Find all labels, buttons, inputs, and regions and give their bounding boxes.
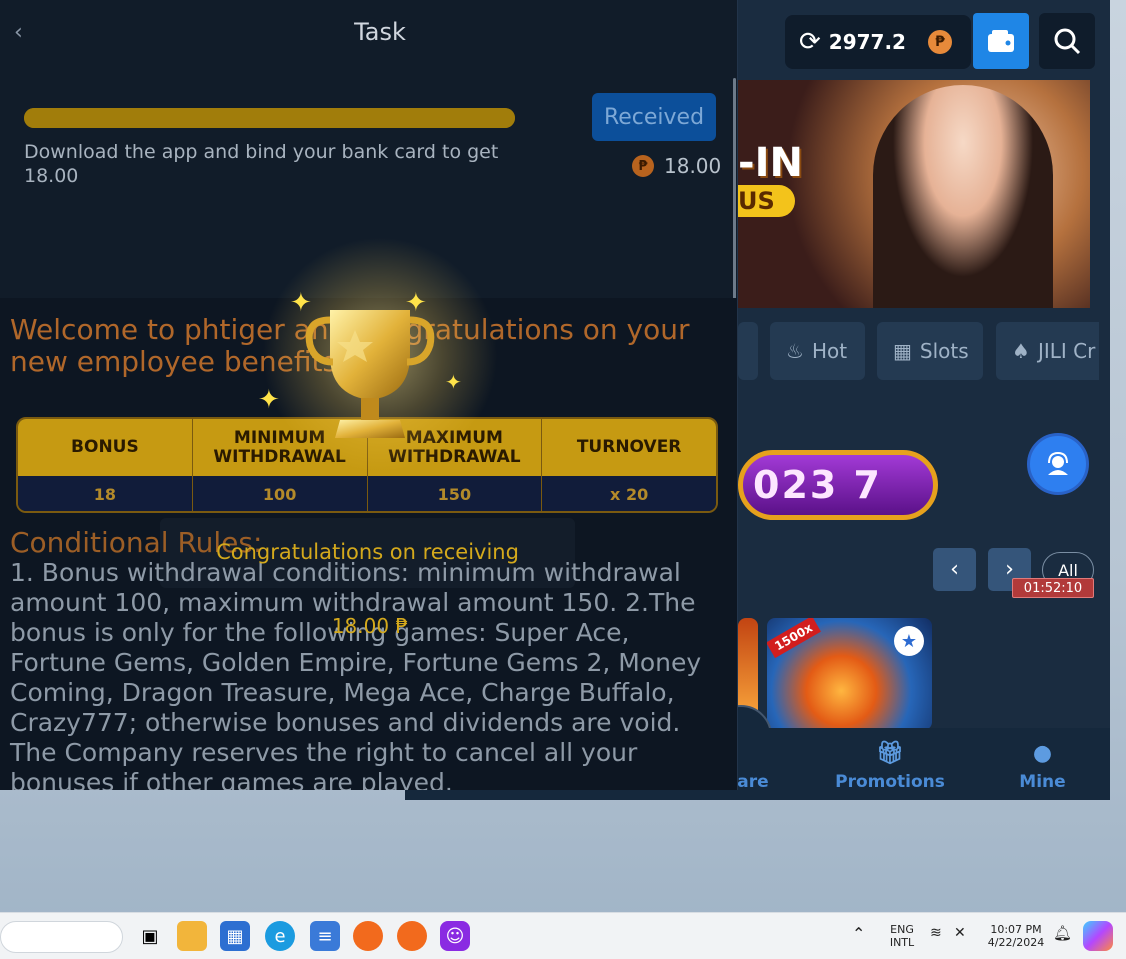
rules-text: 1. Bonus withdrawal conditions: minimum …	[10, 558, 702, 790]
popup-message: Congratulations on receiving	[216, 540, 519, 564]
clock-date: 4/22/2024	[987, 936, 1045, 949]
file-explorer-icon[interactable]	[177, 921, 207, 951]
store-icon[interactable]: ▦	[220, 921, 250, 951]
windows-taskbar: ▣ ▦ e ≡ ☺ ⌃ ENG INTL ≋ ✕ 10:07 PM 4/22/2…	[0, 912, 1126, 959]
header-bonus: BONUS	[18, 419, 193, 476]
cell-turnover: x 20	[610, 485, 649, 504]
task-view-icon[interactable]: ▣	[135, 921, 165, 951]
task-card: Download the app and bind your bank card…	[8, 82, 728, 192]
search-button[interactable]	[1039, 13, 1095, 69]
cards-icon: ♠	[1012, 339, 1030, 363]
notification-bell-icon[interactable]: 🔔︎	[1053, 926, 1072, 941]
language-label: ENG	[890, 923, 914, 936]
mute-speaker-icon[interactable]: ✕	[954, 926, 966, 940]
cell-bonus: 18	[18, 476, 193, 511]
clock[interactable]: 10:07 PM 4/22/2024	[985, 923, 1047, 949]
wifi-icon[interactable]: ≋	[930, 926, 942, 940]
user-icon: ●	[1032, 741, 1053, 766]
promo-banner[interactable]: -IN US	[738, 80, 1090, 308]
jackpot-digits: 023 7	[738, 450, 938, 520]
prev-arrow-button[interactable]: ‹	[933, 548, 976, 591]
nav-promotions[interactable]: 🎁︎ Promotions	[825, 728, 955, 800]
language-indicator[interactable]: ENG INTL	[884, 923, 920, 949]
task-description: Download the app and bind your bank card…	[24, 141, 499, 187]
received-button[interactable]: Received	[592, 93, 716, 141]
chevron-up-icon[interactable]: ⌃	[852, 926, 865, 942]
refresh-icon[interactable]: ⟳	[799, 27, 821, 57]
search-icon	[1054, 28, 1081, 55]
category-label: Hot	[811, 339, 848, 363]
app-icon[interactable]: ☺	[440, 921, 470, 951]
notepad-icon[interactable]: ≡	[310, 921, 340, 951]
copilot-icon[interactable]	[1083, 921, 1113, 951]
sparkle-icon: ✦	[258, 385, 280, 415]
nav-share-label: are	[737, 772, 769, 792]
gift-icon: 🎁︎	[876, 741, 904, 766]
trophy-icon	[305, 310, 435, 438]
countdown-timer: 01:52:10	[1012, 578, 1094, 598]
category-label: JILI Cr	[1037, 339, 1096, 363]
nav-promotions-label: Promotions	[835, 772, 945, 792]
task-progress-bar	[24, 108, 515, 128]
jackpot-counter: 023 7	[738, 420, 943, 530]
banner-model-image	[873, 85, 1053, 308]
firefox-icon-2[interactable]	[397, 921, 427, 951]
wallet-button[interactable]	[973, 13, 1029, 69]
task-header: ‹ Task	[0, 0, 737, 72]
table-row: 18 100 150 x 20	[18, 476, 716, 511]
layout-label: INTL	[889, 936, 915, 949]
taskbar-search-box[interactable]	[0, 921, 123, 953]
category-tab-partial[interactable]	[738, 322, 758, 380]
headset-icon	[1048, 451, 1068, 475]
balance-amount: 2977.2	[828, 30, 906, 54]
category-label: Slots	[919, 339, 969, 363]
header-turnover: TURNOVER	[576, 437, 682, 457]
banner-title: -IN	[738, 140, 803, 186]
peso-coin-icon: ₱	[927, 30, 952, 54]
clock-time: 10:07 PM	[990, 923, 1042, 936]
banner-badge: US	[738, 185, 795, 217]
popup-amount: 18.00 ₱	[331, 614, 409, 638]
sparkle-icon: ✦	[445, 370, 462, 394]
task-panel: ‹ Task Download the app and bind your ba…	[0, 0, 738, 790]
nav-mine[interactable]: ● Mine	[1005, 728, 1080, 800]
cell-min-withdrawal: 100	[193, 476, 368, 511]
nav-mine-label: Mine	[1019, 772, 1066, 792]
edge-browser-icon[interactable]: e	[265, 921, 295, 951]
category-tab-slots[interactable]: ▦ Slots	[877, 322, 983, 380]
firefox-icon[interactable]	[353, 921, 383, 951]
reward-amount: 18.00	[664, 154, 722, 178]
category-tab-hot[interactable]: ♨ Hot	[770, 322, 865, 380]
cell-max-withdrawal: 150	[368, 476, 543, 511]
fire-icon: ♨	[786, 339, 804, 363]
wallet-icon	[988, 30, 1014, 52]
task-progress-fill	[24, 108, 515, 128]
task-reward: ₱ 18.00	[632, 154, 721, 178]
customer-support-button[interactable]	[1027, 433, 1089, 495]
peso-coin-icon: ₱	[632, 155, 654, 177]
game-tile-dragon[interactable]: 1500x ★	[767, 618, 932, 730]
page-title: Task	[354, 18, 406, 46]
slots-icon: ▦	[893, 339, 912, 363]
balance-display[interactable]: ⟳ 2977.2 ₱	[785, 15, 971, 69]
category-tab-jili[interactable]: ♠ JILI Cr	[996, 322, 1099, 380]
favorite-star-icon[interactable]: ★	[894, 626, 924, 656]
multiplier-badge: 1500x	[767, 618, 822, 659]
trophy-graphic: ✦ ✦ ✦ ✦	[250, 230, 510, 480]
chevron-left-icon: ‹	[950, 557, 959, 582]
